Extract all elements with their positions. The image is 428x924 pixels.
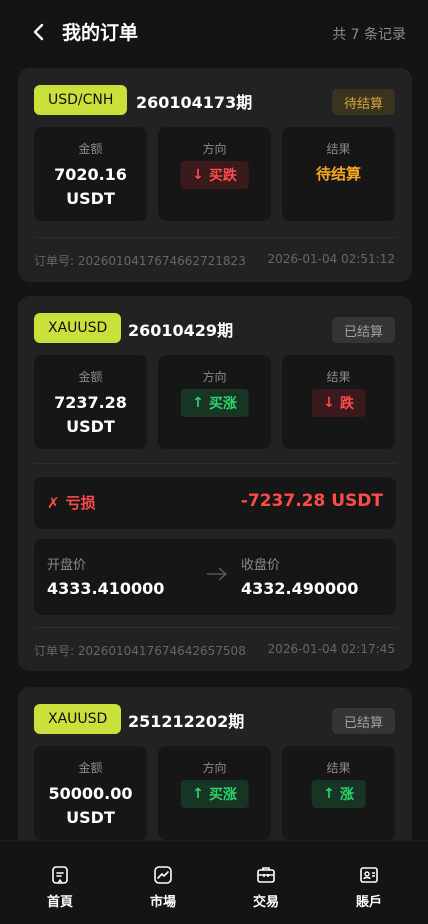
result-chip: ↑ 涨 xyxy=(311,780,366,808)
amount-cell: 金额 7237.28 USDT xyxy=(34,355,147,449)
amount-number: 7020.16 xyxy=(54,165,127,184)
direction-label: 方向 xyxy=(202,761,227,775)
pnl-row: ✗ 亏损 -7237.28 USDT xyxy=(34,477,396,529)
home-icon xyxy=(52,866,68,884)
back-button[interactable] xyxy=(26,18,50,46)
result-cell: 结果 待结算 xyxy=(282,127,395,221)
close-price-label: 收盘价 xyxy=(241,558,281,573)
amount-unit: USDT xyxy=(66,417,115,436)
pnl-value: -7237.28 USDT xyxy=(240,491,383,511)
tab-account-label: 賬戶 xyxy=(355,895,382,910)
amount-label: 金额 xyxy=(78,761,103,775)
result-text: 跌 xyxy=(339,396,354,412)
direction-text: 买跌 xyxy=(208,168,237,184)
direction-cell: 方向 ↑ 买涨 xyxy=(158,746,271,840)
order-number: 订单号: 2026010417674642657508 xyxy=(34,644,246,658)
direction-cell: 方向 ↑ 买涨 xyxy=(158,355,271,449)
result-text: 涨 xyxy=(339,787,354,803)
order-number: 订单号: 2026010417674662721823 xyxy=(34,254,246,268)
divider xyxy=(34,237,396,238)
amount-unit: USDT xyxy=(66,808,115,827)
chevron-left-icon xyxy=(33,23,44,41)
orders-page: 我的订单 共 7 条记录 USD/CNH 260104173期 待结算 金额 7… xyxy=(0,0,428,924)
amount-cell: 金额 7020.16 USDT xyxy=(34,127,147,221)
bottom-tab-bar: 首頁 市場 交易 賬戶 xyxy=(0,840,428,924)
pair-badge: XAUUSD xyxy=(34,313,122,343)
result-cell: 结果 ↓ 跌 xyxy=(282,355,395,449)
result-label: 结果 xyxy=(326,142,351,156)
amount-value: 7237.28 USDT xyxy=(34,391,147,439)
arrow-up-icon: ↑ xyxy=(192,786,204,802)
account-icon xyxy=(360,867,378,883)
open-price-value: 4333.410000 xyxy=(47,579,165,598)
amount-label: 金额 xyxy=(78,370,103,384)
period-label: 26010429期 xyxy=(128,321,234,340)
amount-value: 50000.00 USDT xyxy=(34,782,147,830)
direction-cell: 方向 ↓ 买跌 xyxy=(158,127,271,221)
arrow-up-icon: ↑ xyxy=(323,786,335,802)
tab-account[interactable]: 賬戶 xyxy=(339,865,399,910)
order-card[interactable]: XAUUSD 251212202期 已结算 金额 50000.00 USDT 方… xyxy=(18,687,412,840)
arrow-up-icon: ↑ xyxy=(192,395,204,411)
tab-trade-label: 交易 xyxy=(252,895,279,910)
amount-number: 7237.28 xyxy=(54,393,127,412)
cross-icon: ✗ xyxy=(47,493,60,512)
status-badge: 已结算 xyxy=(331,708,395,734)
pair-badge: XAUUSD xyxy=(34,704,122,734)
tab-home-label: 首頁 xyxy=(46,895,73,910)
direction-label: 方向 xyxy=(202,370,227,384)
tab-home[interactable]: 首頁 xyxy=(30,865,90,910)
order-list[interactable]: USD/CNH 260104173期 待结算 金额 7020.16 USDT 方… xyxy=(0,64,428,840)
divider xyxy=(34,463,396,464)
direction-text: 买涨 xyxy=(208,787,237,803)
direction-chip: ↑ 买涨 xyxy=(180,389,249,417)
order-summary: 金额 7237.28 USDT 方向 ↑ 买涨 结果 ↓ 跌 xyxy=(34,355,396,449)
page-title: 我的订单 xyxy=(62,22,139,44)
amount-value: 7020.16 USDT xyxy=(34,163,147,211)
tab-market[interactable]: 市場 xyxy=(133,865,193,910)
direction-label: 方向 xyxy=(202,142,227,156)
period-label: 260104173期 xyxy=(136,93,253,112)
direction-chip: ↓ 买跌 xyxy=(180,161,249,189)
order-summary: 金额 7020.16 USDT 方向 ↓ 买跌 结果 待结算 xyxy=(34,127,396,221)
arrow-down-icon: ↓ xyxy=(192,167,204,183)
result-label: 结果 xyxy=(326,370,351,384)
record-count: 共 7 条记录 xyxy=(332,27,406,43)
order-card[interactable]: XAUUSD 26010429期 已结算 金额 7237.28 USDT 方向 … xyxy=(18,296,412,671)
amount-number: 50000.00 xyxy=(48,784,133,803)
result-cell: 结果 ↑ 涨 xyxy=(282,746,395,840)
trade-icon xyxy=(257,867,275,883)
amount-cell: 金额 50000.00 USDT xyxy=(34,746,147,840)
pair-badge: USD/CNH xyxy=(34,85,128,115)
order-card[interactable]: USD/CNH 260104173期 待结算 金额 7020.16 USDT 方… xyxy=(18,68,412,282)
direction-chip: ↑ 买涨 xyxy=(180,780,249,808)
pnl-label-text: 亏损 xyxy=(65,494,96,512)
tab-market-label: 市場 xyxy=(149,895,176,910)
status-badge: 待结算 xyxy=(331,89,395,115)
order-time: 2026-01-04 02:17:45 xyxy=(267,642,395,656)
order-time: 2026-01-04 02:51:12 xyxy=(267,252,395,266)
top-bar: 我的订单 共 7 条记录 xyxy=(0,0,428,64)
price-row: 开盘价 4333.410000 收盘价 4332.490000 xyxy=(34,539,396,615)
result-text: 待结算 xyxy=(315,165,361,183)
amount-unit: USDT xyxy=(66,189,115,208)
arrow-down-icon: ↓ xyxy=(323,395,335,411)
direction-text: 买涨 xyxy=(208,396,237,412)
close-price-value: 4332.490000 xyxy=(241,579,359,598)
pnl-label: ✗ 亏损 xyxy=(47,492,96,513)
tab-trade[interactable]: 交易 xyxy=(236,865,296,910)
period-label: 251212202期 xyxy=(128,712,245,731)
status-badge: 已结算 xyxy=(331,317,395,343)
arrow-right-icon xyxy=(207,567,228,581)
divider xyxy=(34,627,396,628)
result-chip: ↓ 跌 xyxy=(311,389,366,417)
amount-label: 金额 xyxy=(78,142,103,156)
result-label: 结果 xyxy=(326,761,351,775)
open-price-label: 开盘价 xyxy=(47,558,87,573)
market-icon xyxy=(154,866,172,884)
order-summary: 金额 50000.00 USDT 方向 ↑ 买涨 结果 ↑ 涨 xyxy=(34,746,396,840)
